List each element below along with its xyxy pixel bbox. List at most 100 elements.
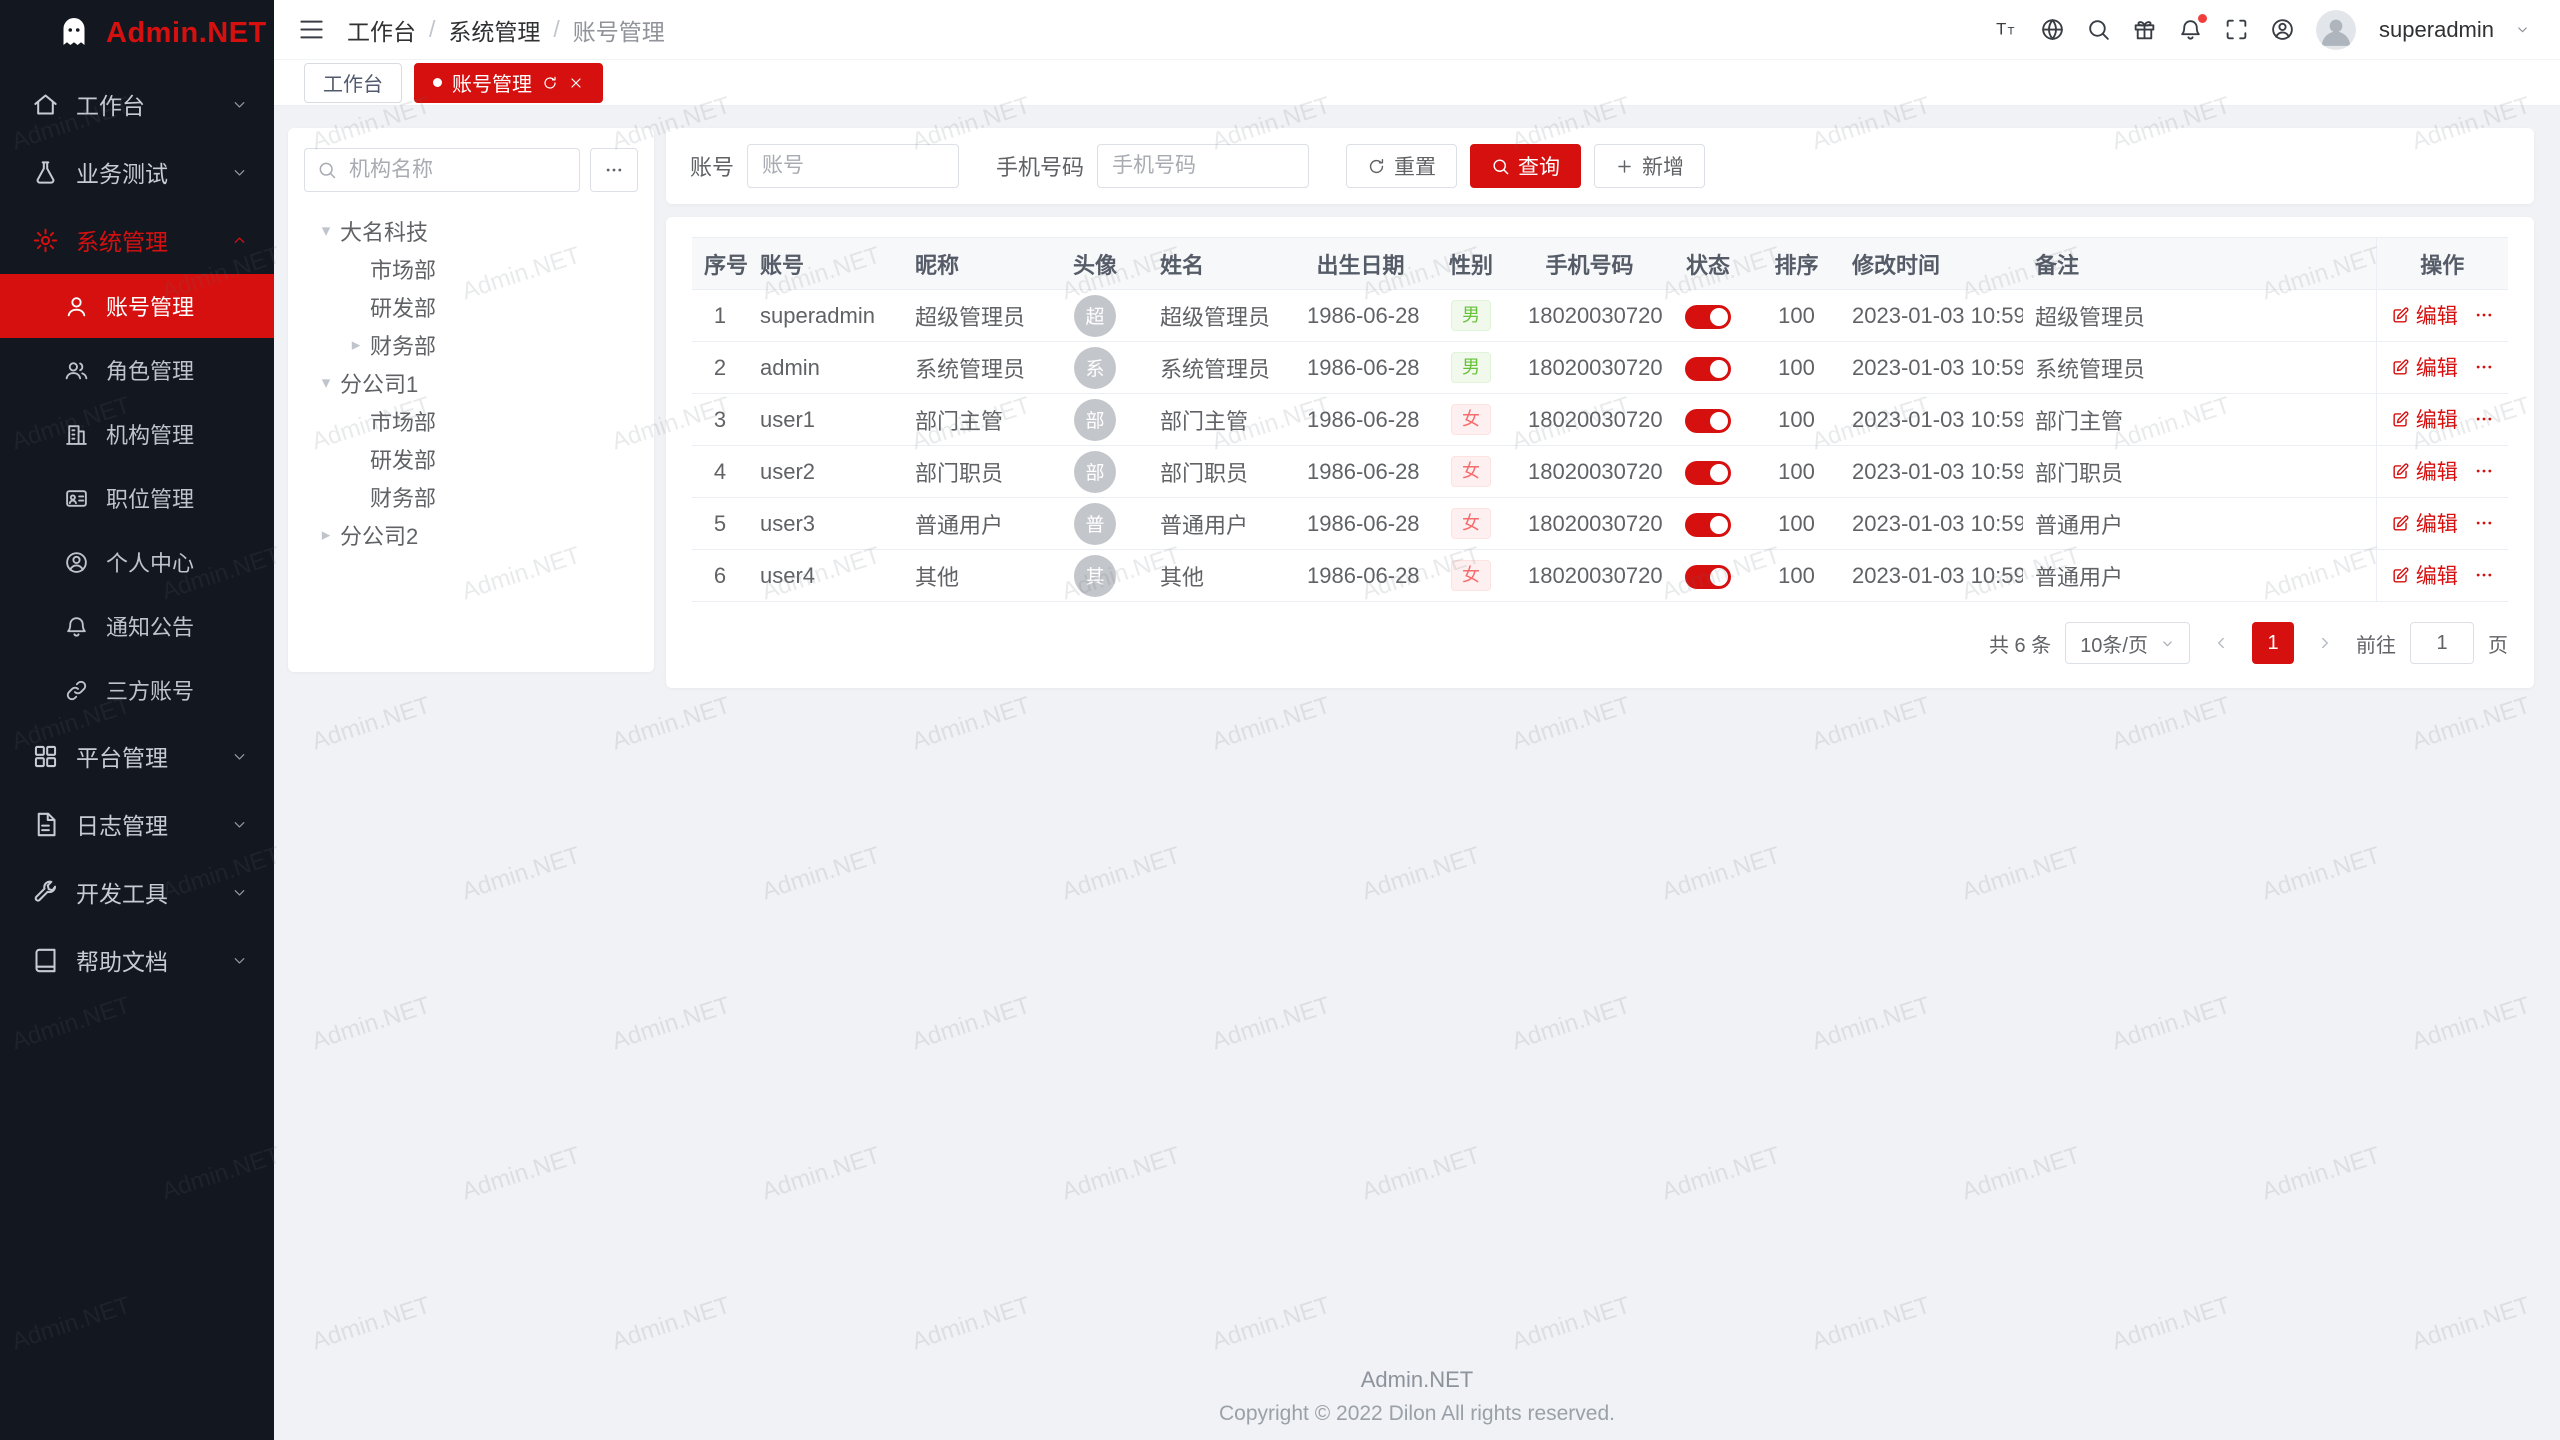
edit-button-label: 编辑 [2416,456,2458,486]
sidebar-subitem-2-2[interactable]: 机构管理 [0,402,274,466]
page-size-select[interactable]: 10条/页 [2065,622,2190,664]
sidebar-subitem-2-3[interactable]: 职位管理 [0,466,274,530]
row-more-button[interactable] [2474,357,2494,377]
tab-label: 账号管理 [452,68,532,97]
reset-button[interactable]: 重置 [1346,144,1457,188]
sidebar-subitem-2-1[interactable]: 角色管理 [0,338,274,402]
theme-icon[interactable] [2132,17,2157,42]
notification-icon[interactable] [2178,17,2203,42]
sidebar-subitem-2-4[interactable]: 个人中心 [0,530,274,594]
sidebar-item-1[interactable]: 业务测试 [0,138,274,206]
toggle-knob [1710,412,1728,430]
next-page-button[interactable] [2308,622,2342,664]
org-search-row [304,148,638,192]
sidebar-item-4[interactable]: 日志管理 [0,790,274,858]
tree-node-0[interactable]: ▾大名科技 [304,212,638,250]
flask-icon [32,159,59,186]
account-input[interactable] [747,144,959,188]
prev-page-button[interactable] [2204,622,2238,664]
row-more-button[interactable] [2474,565,2494,585]
tab-1[interactable]: 账号管理 [414,63,603,103]
search-button[interactable]: 查询 [1470,144,1581,188]
goto-page-input[interactable] [2410,622,2474,664]
current-page-button[interactable]: 1 [2252,622,2294,664]
chevron-down-icon [231,952,248,969]
profile-icon[interactable] [2270,17,2295,42]
sidebar-item-5[interactable]: 开发工具 [0,858,274,926]
tree-node-6[interactable]: 研发部 [304,440,638,478]
add-button[interactable]: 新增 [1594,144,1705,188]
menu-item-label: 开发工具 [76,875,168,909]
tree-node-7[interactable]: 财务部 [304,478,638,516]
gender-badge: 女 [1451,404,1491,435]
tree-node-3[interactable]: ▸财务部 [304,326,638,364]
font-size-icon[interactable]: TT [1994,17,2019,42]
cell-birth: 1986-06-28 [1307,355,1420,380]
tree-more-button[interactable] [590,148,638,192]
tree-node-2[interactable]: 研发部 [304,288,638,326]
cell-index: 1 [714,303,726,328]
status-toggle[interactable] [1685,565,1731,589]
username[interactable]: superadmin [2379,17,2494,43]
fullscreen-icon[interactable] [2224,17,2249,42]
tree-node-5[interactable]: 市场部 [304,402,638,440]
language-icon[interactable] [2040,17,2065,42]
row-more-button[interactable] [2474,461,2494,481]
edit-button[interactable]: 编辑 [2391,560,2458,590]
hamburger-menu-icon[interactable] [298,16,325,43]
status-toggle[interactable] [1685,357,1731,381]
edit-button[interactable]: 编辑 [2391,300,2458,330]
sidebar-subitem-2-0[interactable]: 账号管理 [0,274,274,338]
row-more-button[interactable] [2474,513,2494,533]
edit-button[interactable]: 编辑 [2391,404,2458,434]
table-body: 1superadmin超级管理员超超级管理员1986-06-28男1802003… [692,290,2508,602]
sidebar-subitem-2-6[interactable]: 三方账号 [0,658,274,722]
brand-logo[interactable]: Admin.NET [0,0,274,66]
org-search-input[interactable] [304,148,580,192]
sidebar-item-0[interactable]: 工作台 [0,70,274,138]
cell-birth: 1986-06-28 [1307,563,1420,588]
gender-badge: 女 [1451,508,1491,539]
status-toggle[interactable] [1685,513,1731,537]
cell-modified: 2023-01-03 10:59:44 [1852,407,2023,432]
phone-input[interactable] [1097,144,1309,188]
cell-modified: 2023-01-03 10:59:44 [1852,355,2023,380]
toggle-knob [1710,516,1728,534]
row-more-button[interactable] [2474,409,2494,429]
tree-node-8[interactable]: ▸分公司2 [304,516,638,554]
breadcrumb-item-0[interactable]: 工作台 [347,13,416,47]
sidebar-subitem-2-5[interactable]: 通知公告 [0,594,274,658]
breadcrumb-item-1[interactable]: 系统管理 [448,13,540,47]
user-avatar[interactable] [2316,10,2356,50]
table-row: 6user4其他其其他1986-06-28女180200307201002023… [692,550,2508,602]
chevron-down-icon[interactable] [2515,22,2530,37]
edit-icon [2391,514,2410,533]
row-avatar: 超 [1074,295,1116,337]
search-icon[interactable] [2086,17,2111,42]
edit-button[interactable]: 编辑 [2391,508,2458,538]
status-toggle[interactable] [1685,461,1731,485]
status-toggle[interactable] [1685,409,1731,433]
refresh-icon[interactable] [542,75,558,91]
ghost-logo-icon [56,15,92,51]
cell-sort: 100 [1778,511,1815,536]
close-icon[interactable] [568,75,584,91]
cell-name: 部门主管 [1160,409,1248,434]
sidebar-item-3[interactable]: 平台管理 [0,722,274,790]
column-header-sort: 排序 [1753,238,1840,290]
edit-button[interactable]: 编辑 [2391,352,2458,382]
edit-button[interactable]: 编辑 [2391,456,2458,486]
tree-node-1[interactable]: 市场部 [304,250,638,288]
svg-text:T: T [1996,20,2006,39]
sidebar-item-6[interactable]: 帮助文档 [0,926,274,994]
column-header-status: 状态 [1663,238,1753,290]
tab-0[interactable]: 工作台 [304,63,402,103]
breadcrumb-separator: / [553,16,559,43]
sidebar-item-2[interactable]: 系统管理 [0,206,274,274]
tree-node-label: 市场部 [370,253,436,285]
row-more-button[interactable] [2474,305,2494,325]
account-table: 序号账号昵称头像姓名出生日期性别手机号码状态排序修改时间备注操作 1supera… [692,237,2508,602]
tree-node-4[interactable]: ▾分公司1 [304,364,638,402]
status-toggle[interactable] [1685,305,1731,329]
cell-phone: 18020030720 [1528,355,1663,380]
